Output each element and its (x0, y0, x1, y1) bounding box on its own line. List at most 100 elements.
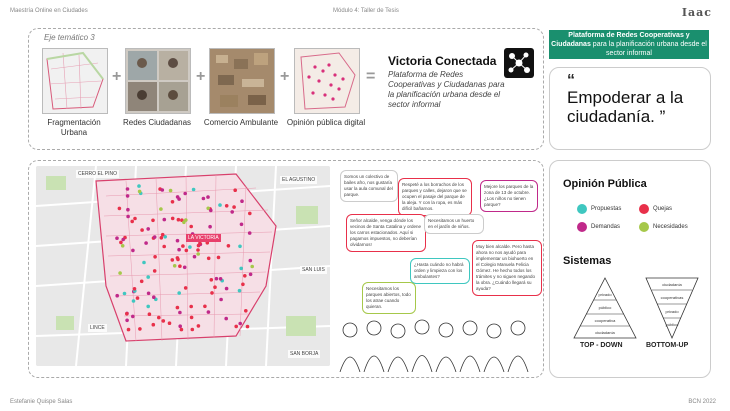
opinion-dot (177, 291, 181, 295)
pyramid-level: público (666, 322, 679, 327)
opinion-dot (126, 207, 130, 212)
opinion-dot (170, 258, 175, 262)
opinion-dot (206, 310, 211, 314)
opinion-dot (161, 319, 166, 323)
opinion-dot (196, 252, 200, 256)
legend-label: Demandas (591, 224, 621, 230)
map-label-sanluis: SAN LUIS (300, 266, 327, 274)
opinion-dot (168, 188, 173, 193)
opinion-dot (179, 327, 184, 332)
opinion-dot (147, 312, 152, 316)
street-commerce-aerial-icon (209, 48, 275, 114)
opinion-dot (126, 327, 131, 332)
opinion-dot (146, 227, 150, 231)
opinion-dot (230, 210, 234, 214)
opinion-dot (248, 272, 253, 277)
opinion-dot (146, 291, 151, 296)
opinion-dot (184, 248, 189, 253)
theme-item-caption: Opinión pública digital (286, 118, 366, 127)
opinion-dot (189, 304, 193, 309)
theme-item-caption: Fragmentación Urbana (47, 118, 101, 137)
opinion-dot (188, 245, 192, 249)
opinion-dot (233, 188, 237, 192)
opinion-dot (196, 248, 200, 252)
opinion-dot (167, 321, 172, 325)
opinion-dot (218, 203, 222, 207)
quote-text: Empoderar a la ciudadanía. ” (567, 88, 684, 126)
opinion-dot (159, 207, 163, 211)
course-title: Maestría Online en Ciudades (10, 8, 88, 14)
opinion-dot (137, 184, 141, 188)
map-label-victoria: LA VICTORIA (186, 234, 221, 242)
opinion-dot (241, 282, 245, 287)
opinion-dot (137, 189, 142, 194)
opinion-dot (117, 206, 122, 211)
map-label-sanborja: SAN BORJA (288, 350, 321, 358)
opinion-dot (209, 208, 213, 213)
opinion-dot (126, 214, 130, 219)
map-label-cerro: CERRO EL PINO (76, 170, 119, 178)
opinion-dot (162, 217, 167, 222)
opinion-dot (162, 244, 166, 249)
map-label-lince: LINCE (88, 324, 107, 332)
opinion-dot (245, 324, 250, 329)
opinion-bubble: Muy bien alcalde. Pero hasta ahora no no… (472, 240, 542, 296)
bottom-up-pyramid-icon: ciudadanía cooperativas privado público (644, 276, 700, 340)
opinion-dot (219, 297, 223, 302)
opinion-dot (151, 218, 155, 223)
opinion-dot (175, 305, 180, 310)
opinion-bubble: Necesitamos los parques abiertos, todo l… (362, 282, 416, 314)
opinion-dot (192, 254, 197, 259)
legend-label: Necesidades (653, 224, 688, 230)
map-label-agustino: EL AGUSTINO (280, 176, 318, 184)
opinion-dot (189, 224, 193, 229)
opinion-dot (121, 237, 125, 242)
top-down-label: TOP - DOWN (580, 342, 623, 349)
opinion-dot (139, 279, 144, 284)
opinion-dot (226, 244, 231, 248)
opinion-dot (160, 232, 165, 237)
opinion-dot (115, 236, 119, 240)
opinion-dot (178, 264, 182, 268)
opinion-dot (250, 264, 254, 269)
opinion-dot (119, 240, 123, 245)
opinion-dot (135, 296, 140, 300)
opinion-dot (209, 278, 214, 282)
plus-sign-1: + (112, 68, 122, 85)
opinion-dot (130, 219, 134, 224)
place-year: BCN 2022 (688, 399, 716, 405)
opinion-dot (206, 256, 211, 261)
legend-dot-propuestas (577, 204, 587, 214)
opinion-bubble: ¿Hasta cuándo no habrá orden y limpieza … (410, 258, 470, 284)
opinion-bubble: Respeté a los borrachos de los parques y… (398, 178, 472, 216)
opinion-dot (224, 204, 229, 208)
opinion-dot (172, 264, 177, 268)
top-down-pyramid-icon: privado público cooperativa ciudadanía (572, 276, 638, 340)
pyramid-level: ciudadanía (595, 330, 615, 335)
opinion-dot (237, 288, 242, 293)
opinion-dot (189, 315, 194, 320)
opinion-dot (152, 269, 157, 273)
opinion-dot (125, 194, 130, 198)
callout-rest: para la planificación urbana desde el se… (590, 41, 707, 57)
legend-dot-quejas (639, 204, 649, 214)
theme-item-caption: Redes Ciudadanas (122, 118, 192, 127)
pyramid-level: ciudadanía (662, 282, 682, 287)
opinion-dot (115, 293, 119, 298)
opinion-dot (178, 324, 182, 328)
opinion-dot (153, 255, 157, 259)
opinion-dot (182, 265, 187, 270)
pyramid-level: público (599, 305, 612, 310)
opinion-dot (248, 211, 252, 216)
opinion-dot (239, 222, 244, 227)
opinion-dot (183, 191, 187, 196)
opinion-dot (142, 260, 146, 265)
opinion-dot (157, 315, 161, 320)
opinion-dot (146, 275, 150, 279)
opinion-dot (201, 196, 206, 201)
opinion-dot (131, 248, 135, 253)
opinion-dot (144, 241, 148, 245)
opinion-dot (152, 295, 156, 299)
equals-sign: = (366, 68, 376, 85)
opinion-dot (232, 205, 236, 209)
